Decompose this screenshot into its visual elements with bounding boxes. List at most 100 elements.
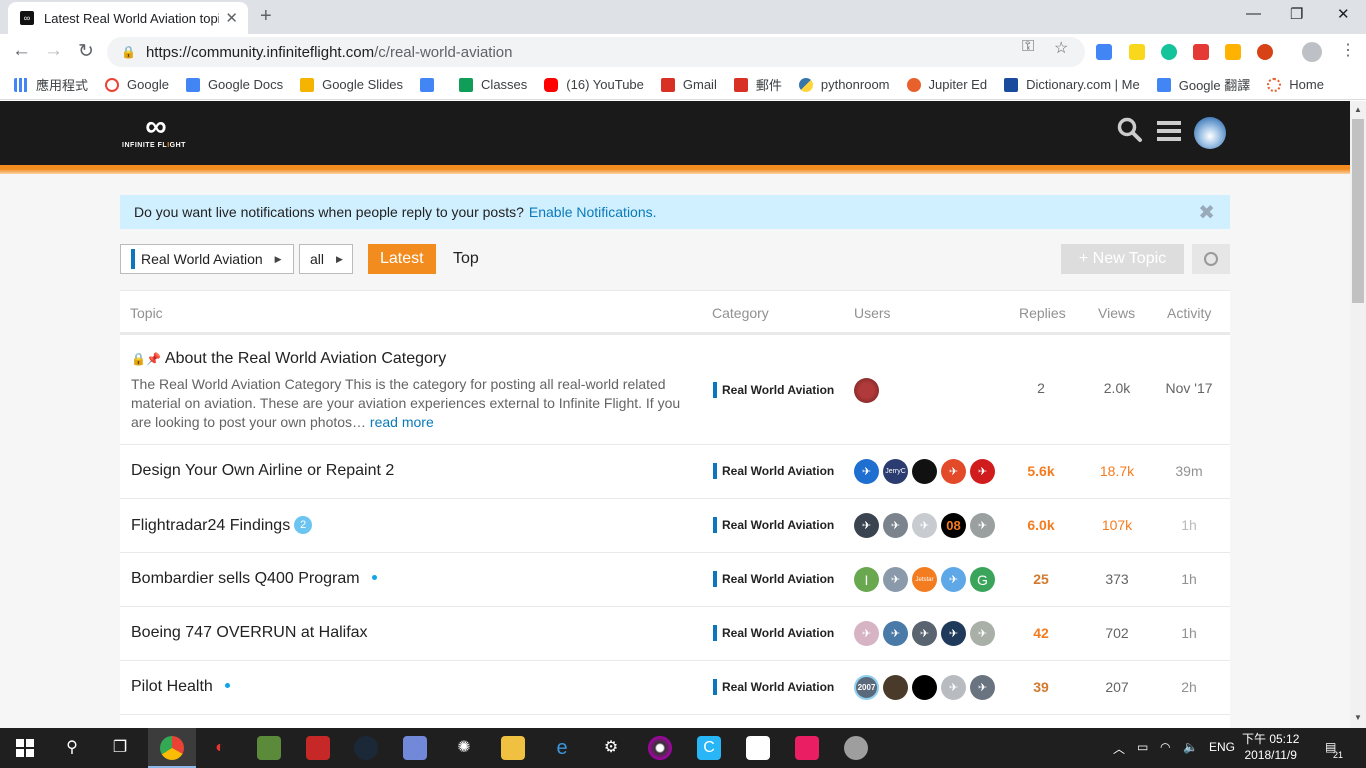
forward-arrow-icon[interactable]: → bbox=[44, 40, 63, 62]
volume-icon[interactable]: 🔈 bbox=[1183, 740, 1198, 754]
app-icon[interactable]: C bbox=[697, 736, 721, 760]
bookmark-classes[interactable]: Classes bbox=[459, 77, 527, 92]
avatar[interactable] bbox=[912, 459, 937, 484]
column-header-users[interactable]: Users bbox=[854, 305, 891, 321]
wifi-icon[interactable]: ◠ bbox=[1160, 740, 1170, 754]
subcategory-dropdown[interactable]: all ▶ bbox=[299, 244, 353, 274]
nintendo-switch-icon[interactable]: ◐ bbox=[208, 736, 232, 760]
avatar[interactable]: ✈ bbox=[854, 459, 879, 484]
activity-time[interactable]: 1h bbox=[1159, 625, 1219, 641]
avatar[interactable]: ✈ bbox=[941, 675, 966, 700]
category-badge[interactable]: Real World Aviation bbox=[713, 382, 834, 398]
replies-count[interactable]: 25 bbox=[1011, 571, 1071, 587]
vertical-scrollbar[interactable]: ▲ ▼ bbox=[1350, 101, 1366, 728]
search-icon[interactable] bbox=[1117, 117, 1143, 150]
edge-icon[interactable]: e bbox=[550, 736, 574, 760]
bookmark-gmail[interactable]: Gmail bbox=[660, 77, 717, 92]
hamburger-menu-icon[interactable] bbox=[1157, 120, 1181, 149]
close-icon[interactable]: ✖ bbox=[1198, 200, 1215, 225]
avatar[interactable]: ✈ bbox=[941, 567, 966, 592]
bookmark-google-slides[interactable]: Google Slides bbox=[300, 77, 403, 92]
category-badge[interactable]: Real World Aviation bbox=[713, 463, 834, 479]
topic-title-link[interactable]: Design Your Own Airline or Repaint 2 bbox=[131, 462, 394, 480]
extension-icon[interactable] bbox=[1225, 44, 1241, 60]
activity-time[interactable]: 1h bbox=[1159, 517, 1219, 533]
bookmark-dictionary[interactable]: Dictionary.com | Me bbox=[1004, 77, 1140, 92]
column-header-activity[interactable]: Activity bbox=[1167, 305, 1211, 321]
avatar[interactable]: I bbox=[854, 567, 879, 592]
chrome-icon[interactable] bbox=[160, 736, 184, 760]
maximize-button[interactable]: ❐ bbox=[1290, 5, 1303, 23]
category-badge[interactable]: Real World Aviation bbox=[713, 679, 834, 695]
avatar[interactable]: ✈ bbox=[970, 459, 995, 484]
scroll-up-arrow-icon[interactable]: ▲ bbox=[1354, 105, 1362, 114]
topic-title-link[interactable]: Boeing 747 OVERRUN at Halifax bbox=[131, 624, 368, 642]
avatar[interactable]: ✈ bbox=[941, 621, 966, 646]
activity-time[interactable]: 2h bbox=[1159, 679, 1219, 695]
avatar[interactable]: ✈ bbox=[912, 513, 937, 538]
show-hidden-icons-chevron-icon[interactable]: ︿ bbox=[1113, 740, 1125, 757]
browser-tab[interactable]: ∞ Latest Real World Aviation topi ✕ bbox=[8, 2, 248, 34]
tab-close-icon[interactable]: ✕ bbox=[225, 9, 238, 27]
microsoft-store-icon[interactable] bbox=[746, 736, 770, 760]
activity-time[interactable]: 39m bbox=[1159, 463, 1219, 479]
task-view-icon[interactable]: ❐ bbox=[108, 736, 132, 760]
translate-extension-icon[interactable] bbox=[1096, 44, 1112, 60]
replies-count[interactable]: 42 bbox=[1011, 625, 1071, 641]
user-avatar[interactable] bbox=[1194, 117, 1226, 149]
extension-icon[interactable] bbox=[1193, 44, 1209, 60]
tab-latest[interactable]: Latest bbox=[368, 244, 436, 274]
infinite-flight-app-icon[interactable] bbox=[844, 736, 868, 760]
address-bar[interactable]: 🔒 https://community.infiniteflight.com/c… bbox=[107, 37, 1085, 67]
grammarly-icon[interactable] bbox=[1161, 44, 1177, 60]
avatar[interactable]: 08 bbox=[941, 513, 966, 538]
avatar[interactable]: JerryC bbox=[883, 459, 908, 484]
bookmark-google-docs[interactable]: Google Docs bbox=[185, 77, 283, 92]
replies-count[interactable]: 2 bbox=[1011, 380, 1071, 396]
avatar[interactable] bbox=[883, 675, 908, 700]
avatar[interactable]: ✈ bbox=[912, 621, 937, 646]
close-window-button[interactable]: ✕ bbox=[1337, 5, 1350, 23]
extension-icon[interactable] bbox=[1129, 44, 1145, 60]
avatar[interactable]: ✈ bbox=[883, 567, 908, 592]
bookmark-docs-unnamed[interactable] bbox=[420, 77, 442, 92]
infinite-flight-logo[interactable]: ∞ INFINITE FLIGHT bbox=[119, 112, 189, 150]
system-clock[interactable]: 下午 05:12 2018/11/9 bbox=[1242, 731, 1299, 763]
enable-notifications-link[interactable]: Enable Notifications. bbox=[529, 204, 657, 220]
read-more-link[interactable]: read more bbox=[370, 414, 434, 430]
category-badge[interactable]: Real World Aviation bbox=[713, 571, 834, 587]
menu-kebab-icon[interactable]: ⋮ bbox=[1340, 40, 1356, 60]
topic-title-link[interactable]: 🔒📌 About the Real World Aviation Category bbox=[131, 350, 446, 368]
avatar[interactable] bbox=[912, 675, 937, 700]
avatar[interactable]: G bbox=[970, 567, 995, 592]
avatar[interactable]: ✈ bbox=[883, 513, 908, 538]
category-badge[interactable]: Real World Aviation bbox=[713, 625, 834, 641]
bookmark-google[interactable]: Google bbox=[105, 77, 169, 92]
topic-title-link[interactable]: Flightradar24 Findings 2 bbox=[131, 516, 313, 535]
scroll-down-arrow-icon[interactable]: ▼ bbox=[1354, 713, 1362, 722]
avatar[interactable]: ✈ bbox=[883, 621, 908, 646]
key-icon[interactable]: ⚿ bbox=[1022, 38, 1034, 56]
column-header-topic[interactable]: Topic bbox=[130, 305, 163, 321]
extension-icon[interactable] bbox=[1257, 44, 1273, 60]
avatar[interactable]: ✈ bbox=[970, 513, 995, 538]
minimize-button[interactable]: — bbox=[1246, 5, 1261, 22]
column-header-views[interactable]: Views bbox=[1098, 305, 1135, 321]
bookmark-youtube[interactable]: (16) YouTube bbox=[544, 77, 644, 92]
column-header-category[interactable]: Category bbox=[712, 305, 769, 321]
app-icon[interactable] bbox=[306, 736, 330, 760]
new-tab-button[interactable]: + bbox=[260, 5, 272, 28]
bookmark-pythonroom[interactable]: pythonroom bbox=[798, 77, 890, 92]
column-header-replies[interactable]: Replies bbox=[1019, 305, 1066, 321]
replies-count[interactable]: 5.6k bbox=[1011, 463, 1071, 479]
scrollbar-thumb[interactable] bbox=[1352, 119, 1364, 303]
avatar[interactable]: ✈ bbox=[970, 621, 995, 646]
sun-app-icon[interactable]: ✺ bbox=[452, 736, 476, 760]
avatar[interactable]: ✈ bbox=[970, 675, 995, 700]
avatar[interactable]: ✈ bbox=[854, 621, 879, 646]
avatar[interactable]: 2007 bbox=[854, 675, 879, 700]
bookmark-home[interactable]: Home bbox=[1267, 77, 1324, 92]
profile-avatar-icon[interactable] bbox=[1302, 42, 1322, 62]
unread-count-badge[interactable]: 2 bbox=[294, 516, 313, 534]
avatar[interactable]: ✈ bbox=[941, 459, 966, 484]
